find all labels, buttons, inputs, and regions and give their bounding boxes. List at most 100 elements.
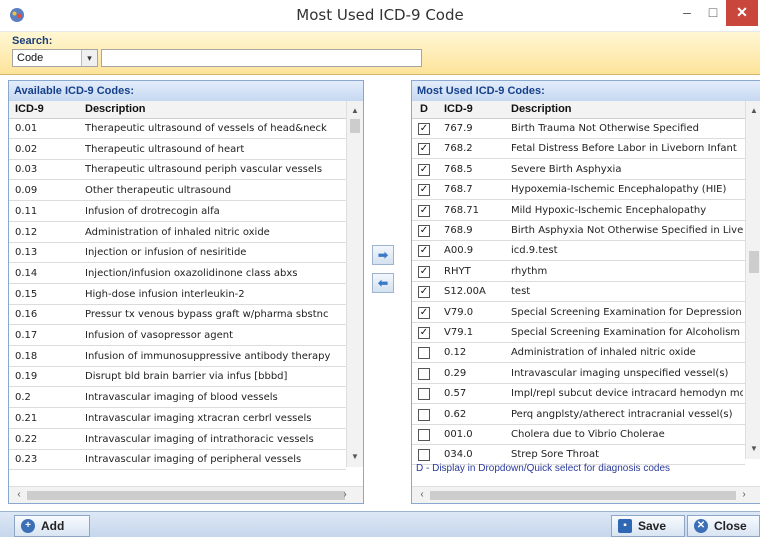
table-row[interactable]: ✓ 768.5 Severe Birth Asphyxia [412,160,745,180]
display-checkbox[interactable]: ✓ [418,286,430,299]
scroll-thumb[interactable] [27,491,345,500]
move-right-button[interactable]: ➡ [372,245,394,265]
table-row[interactable]: ✓ 768.2 Fetal Distress Before Labor in Liv… [412,139,745,160]
table-row[interactable]: 0.18 Infusion of immunosuppressive antibo… [9,347,346,367]
display-checkbox[interactable] [418,429,430,441]
table-row[interactable]: ✓ 768.71 Mild Hypoxic-Ischemic Encephalopa… [412,201,745,221]
table-row[interactable]: 0.23 Intravascular imaging of peripheral … [9,450,346,471]
table-row[interactable]: ✓ 767.9 Birth Trauma Not Otherwise Specifi… [412,119,745,139]
scroll-thumb[interactable] [749,251,759,273]
display-checkbox[interactable]: ✓ [418,184,430,197]
available-vertical-scrollbar[interactable]: ▲ ▼ [346,101,363,467]
most-used-horizontal-scrollbar[interactable]: ‹ › [412,486,760,503]
scroll-down-icon[interactable]: ▼ [746,441,760,457]
display-checkbox[interactable]: ✓ [418,245,430,258]
icd9-code: 0.19 [15,371,38,383]
table-row[interactable]: 0.12 Administration of inhaled nitric oxi… [412,343,745,364]
search-field-dropdown[interactable]: Code ▾ [12,49,98,67]
table-row[interactable]: ✓ 768.9 Birth Asphyxia Not Otherwise Speci… [412,221,745,241]
display-checkbox[interactable] [418,367,430,380]
column-header-d[interactable]: D [420,103,428,115]
display-checkbox[interactable]: ✓ [418,143,430,156]
display-checkbox[interactable]: ✓ [418,327,430,339]
table-row[interactable]: 0.19 Disrupt bld brain barrier via infus … [9,367,346,388]
table-row[interactable]: 0.62 Perq angplsty/atherect intracranial … [412,405,745,425]
code-description: Fetal Distress Before Labor in Liveborn … [511,143,737,155]
display-checkbox[interactable]: ✓ [418,123,430,135]
most-used-vertical-scrollbar[interactable]: ▲ ▼ [745,101,760,459]
table-row[interactable]: ✓ RHYT rhythm [412,262,745,282]
table-row[interactable]: 0.17 Infusion of vasopressor agent [9,326,346,346]
chevron-down-icon[interactable]: ▾ [81,50,97,66]
table-row[interactable]: 0.02 Therapeutic ultrasound of heart [9,140,346,160]
display-checkbox[interactable]: ✓ [418,163,430,176]
scroll-right-icon[interactable]: › [337,487,353,503]
table-row[interactable]: 0.11 Infusion of drotrecogin alfa [9,202,346,222]
table-row[interactable]: 0.2 Intravascular imaging of blood vessel… [9,388,346,409]
column-header-icd9[interactable]: ICD-9 [15,103,44,115]
icd9-code: V79.1 [444,327,474,338]
icd9-code: S12.00A [444,286,486,298]
table-row[interactable]: 001.0 Cholera due to Vibrio Cholerae [412,425,745,445]
scroll-left-icon[interactable]: ‹ [414,487,430,503]
table-row[interactable]: 0.13 Injection or infusion of nesiritide [9,243,346,264]
table-row[interactable]: ✓ A00.9 icd.9.test [412,241,745,262]
scroll-thumb[interactable] [430,491,736,500]
code-description: Birth Trauma Not Otherwise Specified [511,123,699,134]
table-row[interactable]: 0.29 Intravascular imaging unspecified ve… [412,364,745,384]
table-row[interactable]: 0.21 Intravascular imaging xtracran cerbr… [9,409,346,429]
icd9-code: 0.22 [15,433,38,445]
column-header-description[interactable]: Description [85,103,146,115]
table-row[interactable]: ✓ V79.0 Special Screening Examination for … [412,303,745,323]
display-checkbox[interactable]: ✓ [418,265,430,278]
scroll-down-icon[interactable]: ▼ [347,449,363,465]
table-row[interactable]: ✓ S12.00A test [412,282,745,303]
code-description: Intravascular imaging xtracran cerbrl ve… [85,412,312,424]
icd9-code: RHYT [444,265,471,277]
display-checkbox[interactable]: ✓ [418,306,430,319]
column-header-icd9[interactable]: ICD-9 [444,103,473,115]
display-checkbox[interactable] [418,388,430,401]
close-button[interactable]: ✕ Close [687,515,760,537]
icd9-code: 0.17 [15,330,38,341]
icd9-code: 0.13 [15,247,38,259]
table-row[interactable]: 0.09 Other therapeutic ultrasound [9,181,346,202]
display-checkbox[interactable]: ✓ [418,204,430,217]
table-row[interactable]: 0.22 Intravascular imaging of intrathorac… [9,430,346,450]
icd9-code: 768.7 [444,184,473,196]
code-description: Injection or infusion of nesiritide [85,247,247,259]
table-row[interactable]: 0.16 Pressur tx venous bypass graft w/pha… [9,305,346,326]
code-description: Hypoxemia-Ischemic Encephalopathy (HIE) [511,184,727,196]
move-left-button[interactable]: ⬅ [372,273,394,293]
scroll-left-icon[interactable]: ‹ [11,487,27,503]
display-checkbox[interactable] [418,408,430,421]
code-description: Cholera due to Vibrio Cholerae [511,429,665,440]
code-description: Administration of inhaled nitric oxide [85,226,270,238]
table-row[interactable]: 0.12 Administration of inhaled nitric oxi… [9,223,346,243]
display-checkbox[interactable]: ✓ [418,225,430,237]
scroll-right-icon[interactable]: › [736,487,752,503]
scroll-thumb[interactable] [350,119,360,133]
table-row[interactable]: ✓ V79.1 Special Screening Examination for … [412,323,745,343]
column-header-description[interactable]: Description [511,103,572,115]
table-row[interactable]: 0.03 Therapeutic ultrasound periph vascul… [9,160,346,181]
table-row[interactable]: 0.14 Injection/infusion oxazolidinone cla… [9,264,346,284]
search-input[interactable] [101,49,422,67]
display-checkbox[interactable] [418,449,430,462]
available-horizontal-scrollbar[interactable]: ‹ › [9,486,363,503]
icd9-code: 0.14 [15,267,38,279]
table-row[interactable]: ✓ 768.7 Hypoxemia-Ischemic Encephalopathy … [412,180,745,201]
scroll-up-icon[interactable]: ▲ [347,103,363,119]
code-description: Pressur tx venous bypass graft w/pharma … [85,309,329,321]
close-window-button[interactable]: ✕ [726,0,758,26]
minimize-button[interactable]: – [676,0,698,26]
maximize-button[interactable]: □ [700,0,726,26]
scroll-up-icon[interactable]: ▲ [746,103,760,119]
add-button[interactable]: + Add [14,515,90,537]
code-description: test [511,286,531,298]
table-row[interactable]: 0.57 Impl/repl subcut device intracard he… [412,384,745,405]
save-button[interactable]: ▪ Save [611,515,685,537]
table-row[interactable]: 0.15 High-dose infusion interleukin-2 [9,285,346,305]
table-row[interactable]: 0.01 Therapeutic ultrasound of vessels of… [9,119,346,139]
display-checkbox[interactable] [418,347,430,360]
